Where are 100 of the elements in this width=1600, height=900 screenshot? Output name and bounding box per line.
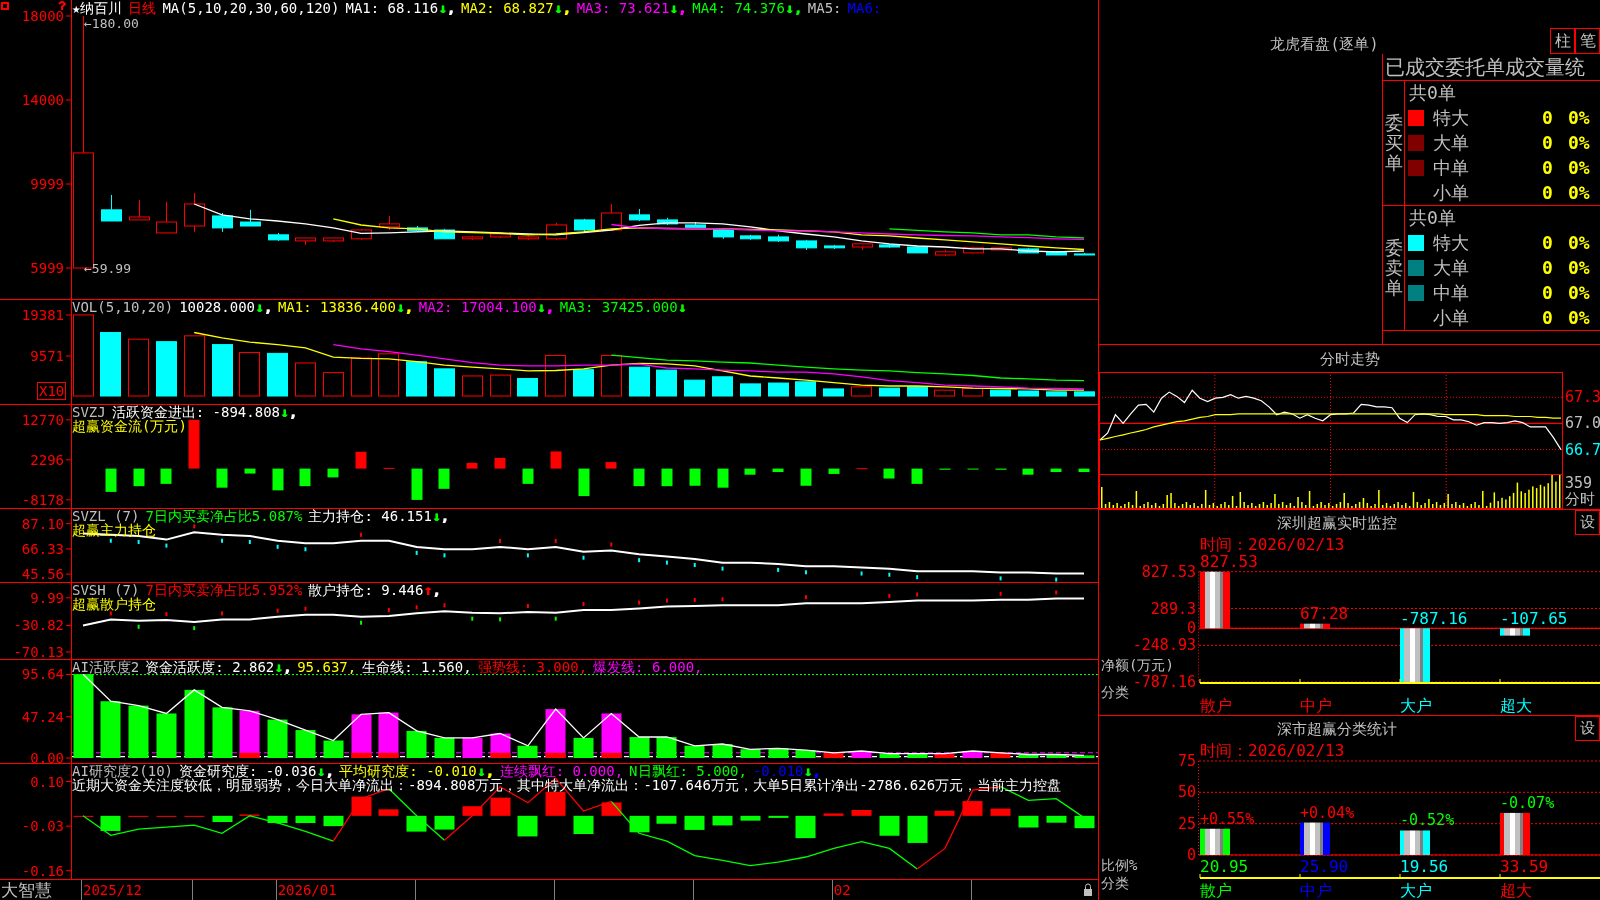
- bar: [462, 375, 483, 397]
- indicator-text: MA3: 37425.000: [559, 300, 678, 314]
- axis-label: 9.99: [30, 589, 64, 606]
- bar: [990, 752, 1011, 758]
- order-size-label: 特大: [1433, 230, 1470, 255]
- axis-label: 67.3: [1565, 388, 1600, 407]
- point-marker: [360, 619, 363, 626]
- candle: [129, 199, 150, 221]
- bar: [823, 752, 844, 758]
- bar: [351, 796, 372, 816]
- bar: [1500, 628, 1530, 636]
- separator-text: ,: [446, 1, 456, 15]
- candle: [323, 237, 344, 243]
- order-size-label: 小单: [1433, 180, 1470, 205]
- lock-icon: [1084, 883, 1092, 896]
- indicator-text: 10028.000: [179, 300, 255, 314]
- point-marker: [999, 590, 1002, 597]
- point-marker: [554, 615, 557, 622]
- bar: [740, 815, 761, 821]
- candle: [268, 232, 289, 242]
- indicator-text: 主力持仓: 46.151: [308, 509, 432, 523]
- point-marker: [221, 537, 224, 544]
- order-count: 0: [1542, 282, 1554, 303]
- indicator-text: -0.010: [752, 764, 804, 778]
- axis-label: 9571: [30, 348, 64, 364]
- indicator-text: 95.637,: [297, 660, 357, 674]
- change-label: -0.07%: [1500, 793, 1555, 812]
- axis-label: 25: [1177, 814, 1196, 833]
- point-marker: [665, 597, 668, 604]
- bar: [267, 719, 288, 758]
- bar: [795, 815, 816, 839]
- candle: [407, 225, 428, 233]
- bar: [656, 369, 677, 397]
- bar: [434, 815, 455, 830]
- bar: [1046, 391, 1067, 397]
- point-marker: [471, 615, 474, 622]
- bar: [1400, 830, 1430, 855]
- separator-text: ,: [263, 300, 272, 314]
- axis-label: 18000: [21, 8, 64, 24]
- bar: [545, 791, 566, 816]
- indicator-text: 资金活跃度: 2.862: [145, 660, 275, 674]
- scale-label: X10: [37, 382, 67, 400]
- indicator-text: MA2: 68.827: [461, 1, 554, 15]
- bar: [661, 468, 673, 487]
- bar: [550, 451, 562, 469]
- indicator-text: MA5:: [807, 1, 842, 15]
- trend-arrow: ↓: [784, 1, 794, 15]
- bar-segment: [545, 752, 566, 758]
- bar: [601, 354, 622, 397]
- axis-label: 289.3: [1150, 599, 1196, 618]
- change-label: +0.55%: [1200, 809, 1255, 828]
- separator-text: ,: [677, 1, 687, 15]
- bar: [1018, 815, 1039, 828]
- bar: [717, 468, 729, 488]
- price-annotation: ←59.99: [84, 260, 131, 276]
- axis-label: 827.53: [1141, 562, 1196, 581]
- axis-label: 67.0: [1565, 414, 1600, 433]
- bar: [378, 809, 399, 816]
- separator-text: ,: [793, 1, 802, 15]
- mode-button[interactable]: 柱: [1550, 28, 1575, 54]
- indicator-text: AI研究度2(10): [72, 764, 173, 778]
- bar: [490, 374, 511, 397]
- bar: [406, 361, 427, 397]
- candle: [601, 203, 622, 232]
- settings-button[interactable]: 设: [1575, 510, 1600, 535]
- bar: [684, 815, 705, 830]
- table-title: 已成交委托单成交量统: [1383, 54, 1600, 81]
- bar-segment: [601, 752, 622, 758]
- order-count: 0: [1542, 107, 1554, 128]
- axis-label: -70.13: [13, 643, 64, 659]
- order-count: 0: [1542, 182, 1554, 203]
- candle: [212, 212, 233, 233]
- axis-label: 0.10: [30, 773, 64, 790]
- axis-label: -0.03: [21, 818, 64, 835]
- candle: [907, 245, 928, 254]
- bar: [1022, 468, 1034, 475]
- bar: [406, 730, 427, 758]
- bar: [962, 751, 983, 758]
- point-marker: [860, 570, 863, 577]
- trend-arrow: ↓: [395, 300, 405, 314]
- candle: [685, 221, 706, 229]
- trend-arrow: ↓: [274, 660, 283, 674]
- bar: [712, 376, 733, 397]
- mode-button[interactable]: 笔: [1575, 28, 1600, 54]
- indicator-text: SVSH (7): [72, 583, 140, 597]
- point-marker: [721, 596, 724, 603]
- point-marker: [193, 523, 196, 530]
- bar-segment: [351, 752, 372, 758]
- total-text: 共0单: [1408, 206, 1457, 230]
- bar: [1018, 390, 1039, 397]
- candle: [963, 246, 984, 254]
- bar: [434, 737, 455, 758]
- indicator-text: N日飘红: 5.000,: [629, 764, 747, 778]
- panel-title: 深市超赢分类统计: [1276, 718, 1398, 739]
- point-marker: [554, 537, 557, 544]
- candle: [657, 217, 678, 226]
- bar: [879, 753, 900, 758]
- panel-title: 分时走势: [1318, 348, 1381, 369]
- settings-button[interactable]: 设: [1575, 716, 1600, 741]
- bar: [605, 462, 617, 469]
